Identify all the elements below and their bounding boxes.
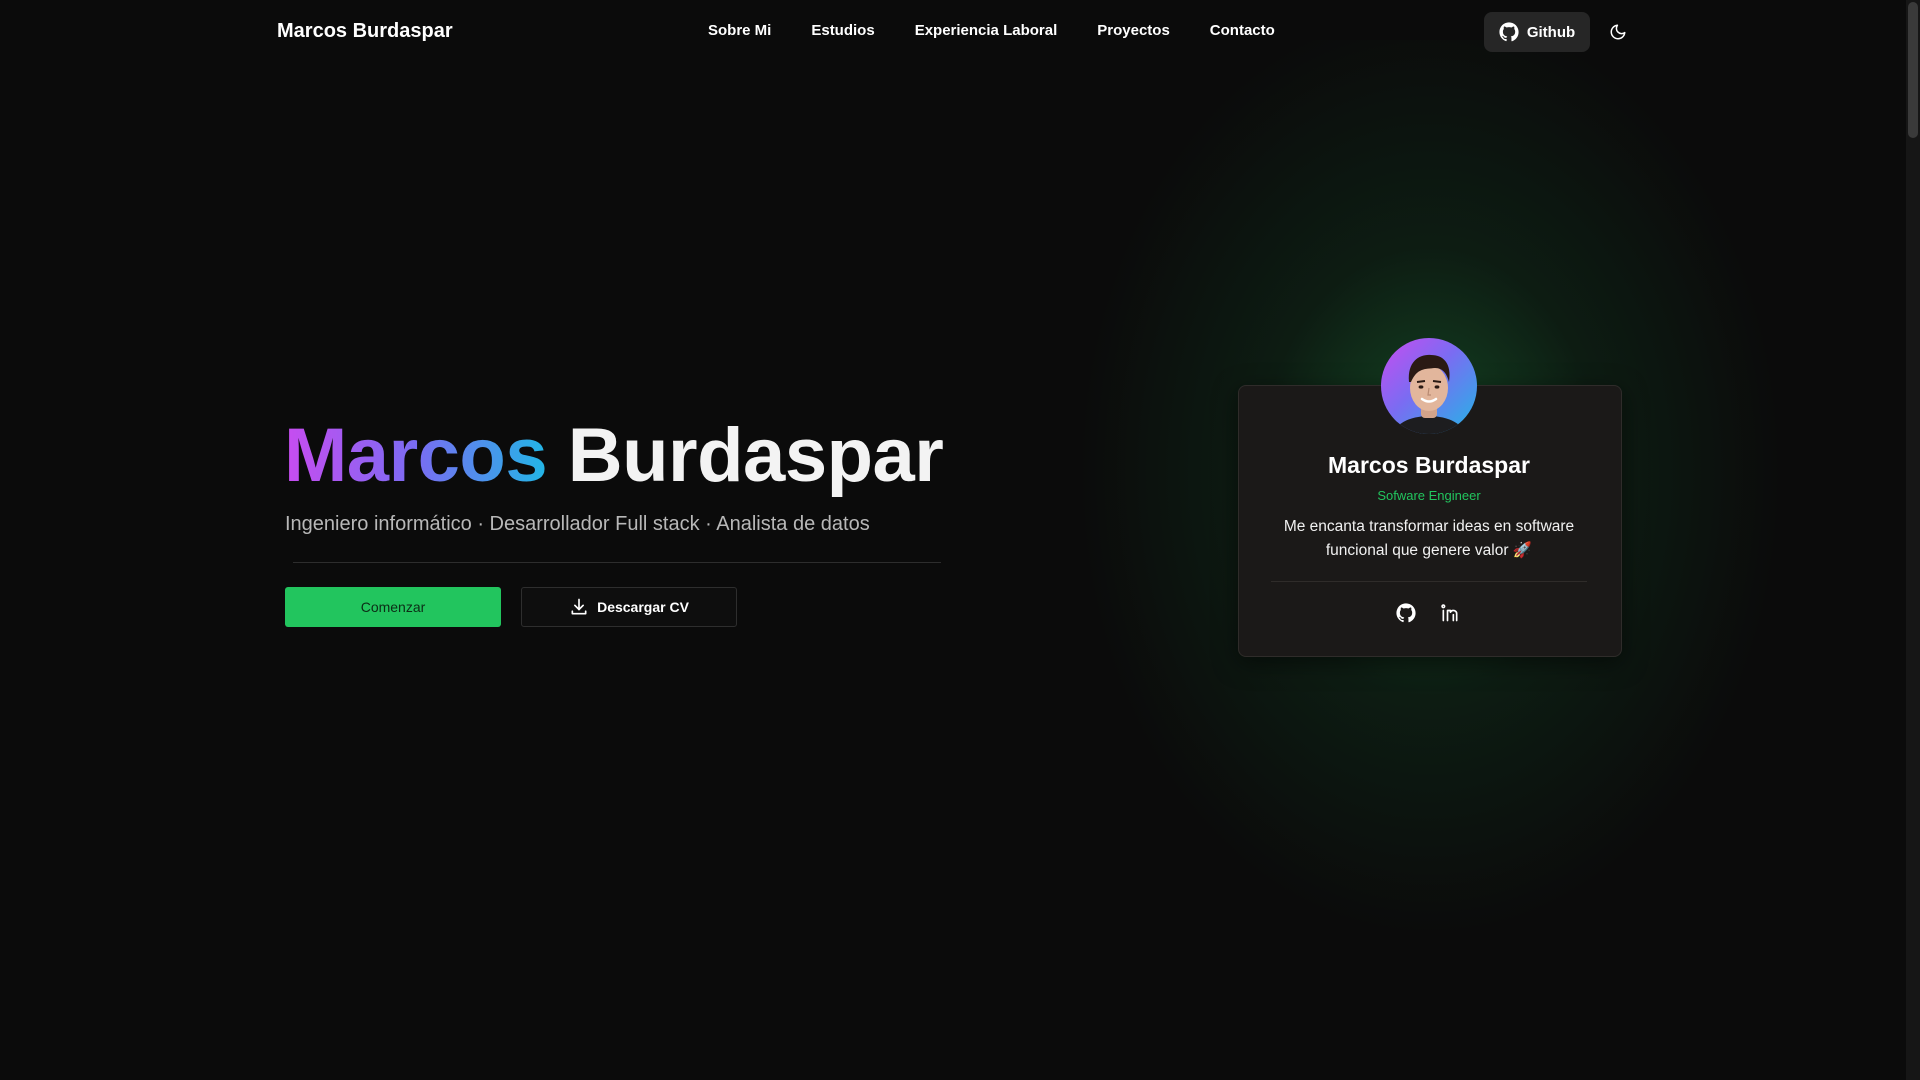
download-cv-button[interactable]: Descargar CV: [521, 587, 737, 627]
github-button[interactable]: Github: [1484, 12, 1590, 52]
hero-subtitle: Ingeniero informático · Desarrollador Fu…: [285, 513, 870, 535]
linkedin-icon: [1441, 604, 1458, 622]
profile-role: Sofware Engineer: [1377, 488, 1481, 503]
page-scrollbar[interactable]: [1906, 0, 1920, 1080]
start-button[interactable]: Comenzar: [285, 587, 501, 627]
card-divider: [1271, 581, 1587, 582]
navbar: Marcos Burdaspar Sobre Mi Estudios Exper…: [0, 0, 1906, 64]
hero-divider: [293, 562, 941, 563]
github-icon: [1396, 603, 1416, 623]
profile-bio: Me encanta transformar ideas en software…: [1283, 518, 1575, 559]
moon-icon: [1610, 24, 1626, 40]
nav-link-contacto[interactable]: Contacto: [1210, 22, 1275, 39]
nav-link-estudios[interactable]: Estudios: [811, 22, 874, 39]
github-button-label: Github: [1526, 23, 1576, 41]
nav-link-proyectos[interactable]: Proyectos: [1097, 22, 1170, 39]
profile-name: Marcos Burdaspar: [1328, 452, 1530, 478]
linkedin-social-link[interactable]: [1438, 601, 1462, 625]
hero-title: Marcos Burdaspar: [284, 410, 944, 501]
nav-link-experiencia-laboral[interactable]: Experiencia Laboral: [915, 22, 1058, 39]
hero-last-name: Burdaspar: [567, 413, 944, 498]
download-cv-label: Descargar CV: [597, 599, 689, 615]
nav-links: Sobre Mi Estudios Experiencia Laboral Pr…: [708, 22, 1275, 39]
hero-first-name: Marcos: [284, 413, 548, 498]
download-icon: [571, 598, 587, 615]
nav-link-sobre-mi[interactable]: Sobre Mi: [708, 22, 771, 39]
site-brand[interactable]: Marcos Burdaspar: [277, 20, 453, 43]
scrollbar-thumb[interactable]: [1908, 2, 1918, 138]
theme-toggle-button[interactable]: [1604, 18, 1632, 46]
github-icon: [1499, 22, 1519, 42]
github-social-link[interactable]: [1394, 601, 1418, 625]
avatar: [1381, 338, 1477, 434]
